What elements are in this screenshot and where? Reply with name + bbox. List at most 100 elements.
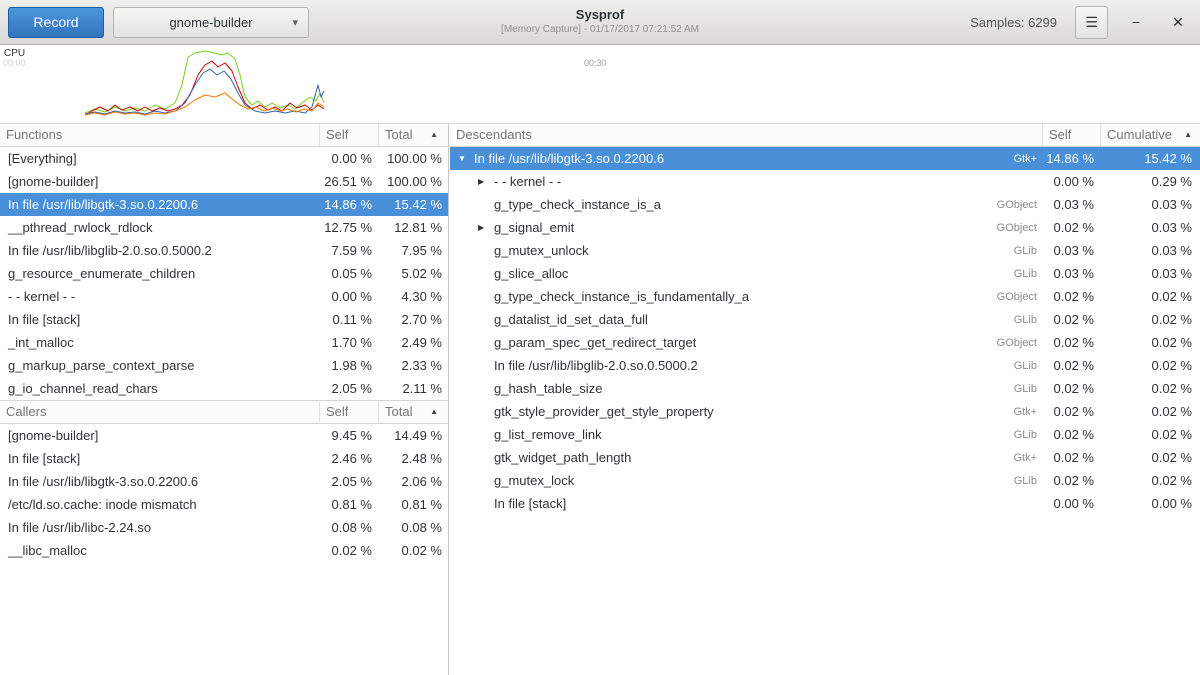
table-row[interactable]: g_type_check_instance_is_fundamentally_a… [450,285,1200,308]
table-row[interactable]: g_type_check_instance_is_aGObject0.03 %0… [450,193,1200,216]
table-row[interactable]: [Everything]0.00 %100.00 % [0,147,448,170]
function-name-cell: g_list_remove_linkGLib [450,427,1042,442]
function-name: g_slice_alloc [494,266,568,281]
table-row[interactable]: ▶- - kernel - -0.00 %0.29 % [450,170,1200,193]
function-name-cell: g_resource_enumerate_children [0,266,319,281]
record-button[interactable]: Record [8,7,104,38]
function-name-cell: g_markup_parse_context_parse [0,358,319,373]
self-value: 0.81 % [319,497,378,512]
cpu-graph-canvas [0,45,1200,123]
self-column-header[interactable]: Self [319,401,378,423]
expander-closed-icon[interactable]: ▶ [478,223,494,232]
time-label-mid: 00:30 [584,58,607,68]
table-row[interactable]: In file [stack]0.00 %0.00 % [450,492,1200,515]
library-badge: Gtk+ [1013,406,1042,418]
functions-table-body: [Everything]0.00 %100.00 %[gnome-builder… [0,147,448,400]
table-row[interactable]: In file /usr/lib/libglib-2.0.so.0.5000.2… [0,239,448,262]
table-row[interactable]: g_mutex_lockGLib0.02 %0.02 % [450,469,1200,492]
table-row[interactable]: g_list_remove_linkGLib0.02 %0.02 % [450,423,1200,446]
function-name-cell: g_datalist_id_set_data_fullGLib [450,312,1042,327]
table-row[interactable]: In file [stack]2.46 %2.48 % [0,447,448,470]
total-column-label: Total [385,401,412,423]
library-badge: GObject [997,222,1042,234]
table-row[interactable]: __libc_malloc0.02 %0.02 % [0,539,448,562]
table-row[interactable]: g_slice_allocGLib0.03 %0.03 % [450,262,1200,285]
function-name-cell: g_mutex_unlockGLib [450,243,1042,258]
self-value: 14.86 % [319,197,378,212]
total-value: 2.06 % [378,474,448,489]
function-name-cell: In file /usr/lib/libc-2.24.so [0,520,319,535]
self-value: 1.70 % [319,335,378,350]
callers-column-header[interactable]: Callers [0,401,319,423]
table-row[interactable]: [gnome-builder]9.45 %14.49 % [0,424,448,447]
table-row[interactable]: g_markup_parse_context_parse1.98 %2.33 % [0,354,448,377]
table-row[interactable]: [gnome-builder]26.51 %100.00 % [0,170,448,193]
total-value: 0.02 % [378,543,448,558]
expander-closed-icon[interactable]: ▶ [478,177,494,186]
function-name-cell: g_slice_allocGLib [450,266,1042,281]
self-value: 0.02 % [1042,404,1100,419]
table-row[interactable]: In file /usr/lib/libglib-2.0.so.0.5000.2… [450,354,1200,377]
table-row[interactable]: g_hash_table_sizeGLib0.02 %0.02 % [450,377,1200,400]
function-name-cell: /etc/ld.so.cache: inode mismatch [0,497,319,512]
table-row[interactable]: In file /usr/lib/libgtk-3.so.0.2200.62.0… [0,470,448,493]
total-column-label: Total [385,124,412,146]
self-column-header[interactable]: Self [319,124,378,146]
self-value: 0.02 % [319,543,378,558]
table-row[interactable]: g_datalist_id_set_data_fullGLib0.02 %0.0… [450,308,1200,331]
table-row[interactable]: g_resource_enumerate_children0.05 %5.02 … [0,262,448,285]
expander-open-icon[interactable]: ▼ [458,154,474,163]
function-name: g_signal_emit [494,220,574,235]
table-row[interactable]: ▼In file /usr/lib/libgtk-3.so.0.2200.6Gt… [450,147,1200,170]
profile-dropdown-label: gnome-builder [169,15,252,30]
total-column-header[interactable]: Total ▲ [378,124,448,146]
table-row[interactable]: gtk_widget_path_lengthGtk+0.02 %0.02 % [450,446,1200,469]
cumulative-value: 0.00 % [1100,496,1200,511]
self-value: 2.05 % [319,474,378,489]
function-name-cell: __pthread_rwlock_rdlock [0,220,319,235]
close-button[interactable]: ✕ [1164,8,1192,36]
function-name-cell: [Everything] [0,151,319,166]
table-row[interactable]: g_param_spec_get_redirect_targetGObject0… [450,331,1200,354]
table-row[interactable]: g_mutex_unlockGLib0.03 %0.03 % [450,239,1200,262]
table-row[interactable]: /etc/ld.so.cache: inode mismatch0.81 %0.… [0,493,448,516]
hamburger-menu-button[interactable]: ☰ [1075,6,1108,39]
minimize-icon: − [1132,14,1140,30]
table-row[interactable]: gtk_style_provider_get_style_propertyGtk… [450,400,1200,423]
cumulative-column-header[interactable]: Cumulative ▲ [1100,124,1200,146]
library-badge: Gtk+ [1013,452,1042,464]
function-name-cell: ▶g_signal_emit GObject [450,220,1042,235]
self-value: 7.59 % [319,243,378,258]
table-row[interactable]: _int_malloc1.70 %2.49 % [0,331,448,354]
table-row[interactable]: In file /usr/lib/libgtk-3.so.0.2200.614.… [0,193,448,216]
table-row[interactable]: ▶g_signal_emitGObject0.02 %0.03 % [450,216,1200,239]
table-row[interactable]: In file [stack]0.11 %2.70 % [0,308,448,331]
function-name-cell: In file /usr/lib/libglib-2.0.so.0.5000.2… [450,358,1042,373]
function-name: g_hash_table_size [494,381,602,396]
library-badge: GLib [1014,383,1042,395]
cumulative-value: 0.02 % [1100,358,1200,373]
library-badge: GLib [1014,429,1042,441]
function-name: In file /usr/lib/libgtk-3.so.0.2200.6 [474,151,664,166]
self-value: 14.86 % [1042,151,1100,166]
total-column-header[interactable]: Total ▲ [378,401,448,423]
function-name: - - kernel - - [494,174,561,189]
table-row[interactable]: __pthread_rwlock_rdlock12.75 %12.81 % [0,216,448,239]
callers-table-header: Callers Self Total ▲ [0,400,448,424]
total-value: 2.49 % [378,335,448,350]
function-name-cell: In file /usr/lib/libgtk-3.so.0.2200.6 [0,474,319,489]
descendants-column-header[interactable]: Descendants [450,124,1042,146]
profile-dropdown[interactable]: gnome-builder ▾ [113,7,309,38]
total-value: 2.33 % [378,358,448,373]
table-row[interactable]: - - kernel - -0.00 %4.30 % [0,285,448,308]
table-row[interactable]: g_io_channel_read_chars2.05 %2.11 % [0,377,448,400]
cpu-graph[interactable]: CPU 00:00 00:30 [0,45,1200,123]
functions-column-header[interactable]: Functions [0,124,319,146]
total-value: 2.11 % [378,381,448,396]
minimize-button[interactable]: − [1122,8,1150,36]
table-row[interactable]: In file /usr/lib/libc-2.24.so0.08 %0.08 … [0,516,448,539]
hamburger-icon: ☰ [1085,14,1098,31]
self-value: 0.00 % [319,289,378,304]
self-column-header[interactable]: Self [1042,124,1100,146]
function-name-cell: ▼In file /usr/lib/libgtk-3.so.0.2200.6Gt… [450,151,1042,166]
